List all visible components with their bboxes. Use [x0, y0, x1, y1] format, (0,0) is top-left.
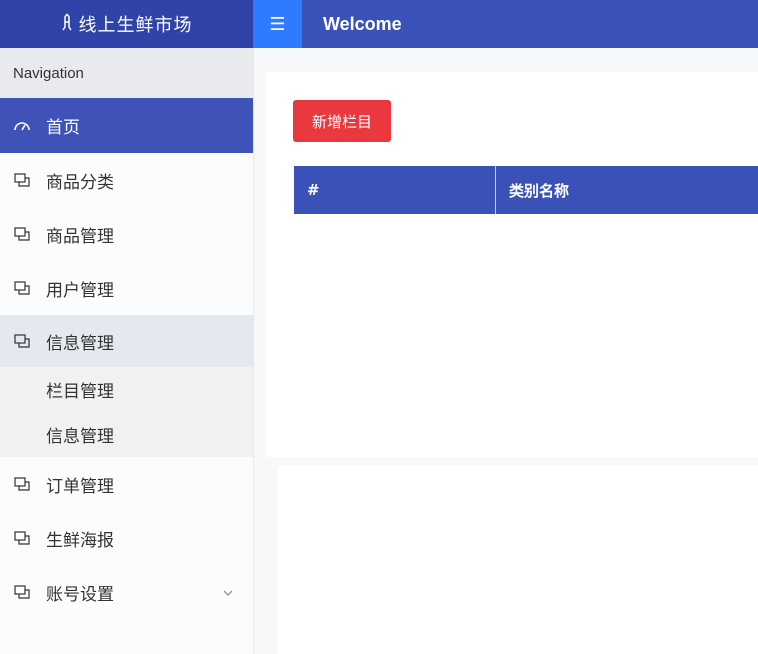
main-content: 新增栏目 # 类别名称	[254, 48, 758, 654]
window-icon	[10, 173, 34, 187]
column-header-index[interactable]: #	[294, 166, 496, 214]
sidebar-item-orders[interactable]: 订单管理	[0, 457, 253, 511]
app-brand[interactable]: 线上生鲜市场	[0, 0, 253, 48]
chevron-down-icon[interactable]	[223, 585, 233, 599]
column-header-category-name[interactable]: 类别名称	[496, 166, 758, 214]
sidebar-item-label: 订单管理	[46, 476, 114, 497]
sidebar-item-label: 商品管理	[46, 226, 114, 247]
sidebar-item-label: 生鲜海报	[46, 530, 114, 551]
window-icon	[10, 334, 34, 348]
dashboard-icon	[10, 120, 34, 132]
sidebar-item-label: 用户管理	[46, 280, 114, 301]
sidebar-item-users[interactable]: 用户管理	[0, 261, 253, 315]
window-icon	[10, 227, 34, 241]
tower-icon	[61, 13, 73, 35]
sidebar-item-categories[interactable]: 商品分类	[0, 153, 253, 207]
sidebar-subitem-columns[interactable]: 栏目管理	[0, 367, 253, 412]
sidebar-subitem-info[interactable]: 信息管理	[0, 412, 253, 457]
content-lower-area	[278, 466, 758, 654]
sidebar-item-products[interactable]: 商品管理	[0, 207, 253, 261]
sidebar-item-home[interactable]: 首页	[0, 98, 253, 153]
window-icon	[10, 585, 34, 599]
hamburger-icon[interactable]: ☰	[253, 0, 302, 48]
sidebar-item-info[interactable]: 信息管理	[0, 315, 253, 367]
sidebar-item-label: 商品分类	[46, 172, 114, 193]
window-icon	[10, 531, 34, 545]
table-header: # 类别名称	[294, 166, 758, 214]
window-icon	[10, 477, 34, 491]
sidebar-item-label: 首页	[46, 118, 80, 138]
sidebar: Navigation 首页 商品分类 商品管理 用户管理 信息管理 栏目管理 信…	[0, 48, 254, 654]
sidebar-item-label: 账号设置	[46, 584, 114, 605]
page-title: Welcome	[323, 13, 402, 34]
sidebar-item-account[interactable]: 账号设置	[0, 565, 253, 619]
sidebar-item-posters[interactable]: 生鲜海报	[0, 511, 253, 565]
nav-header: Navigation	[0, 48, 253, 98]
add-column-button[interactable]: 新增栏目	[293, 100, 391, 142]
content-panel: 新增栏目 # 类别名称	[266, 72, 758, 457]
window-icon	[10, 281, 34, 295]
sidebar-item-label: 信息管理	[46, 333, 114, 354]
app-title: 线上生鲜市场	[78, 15, 193, 36]
top-bar: ☰ Welcome	[253, 0, 758, 48]
